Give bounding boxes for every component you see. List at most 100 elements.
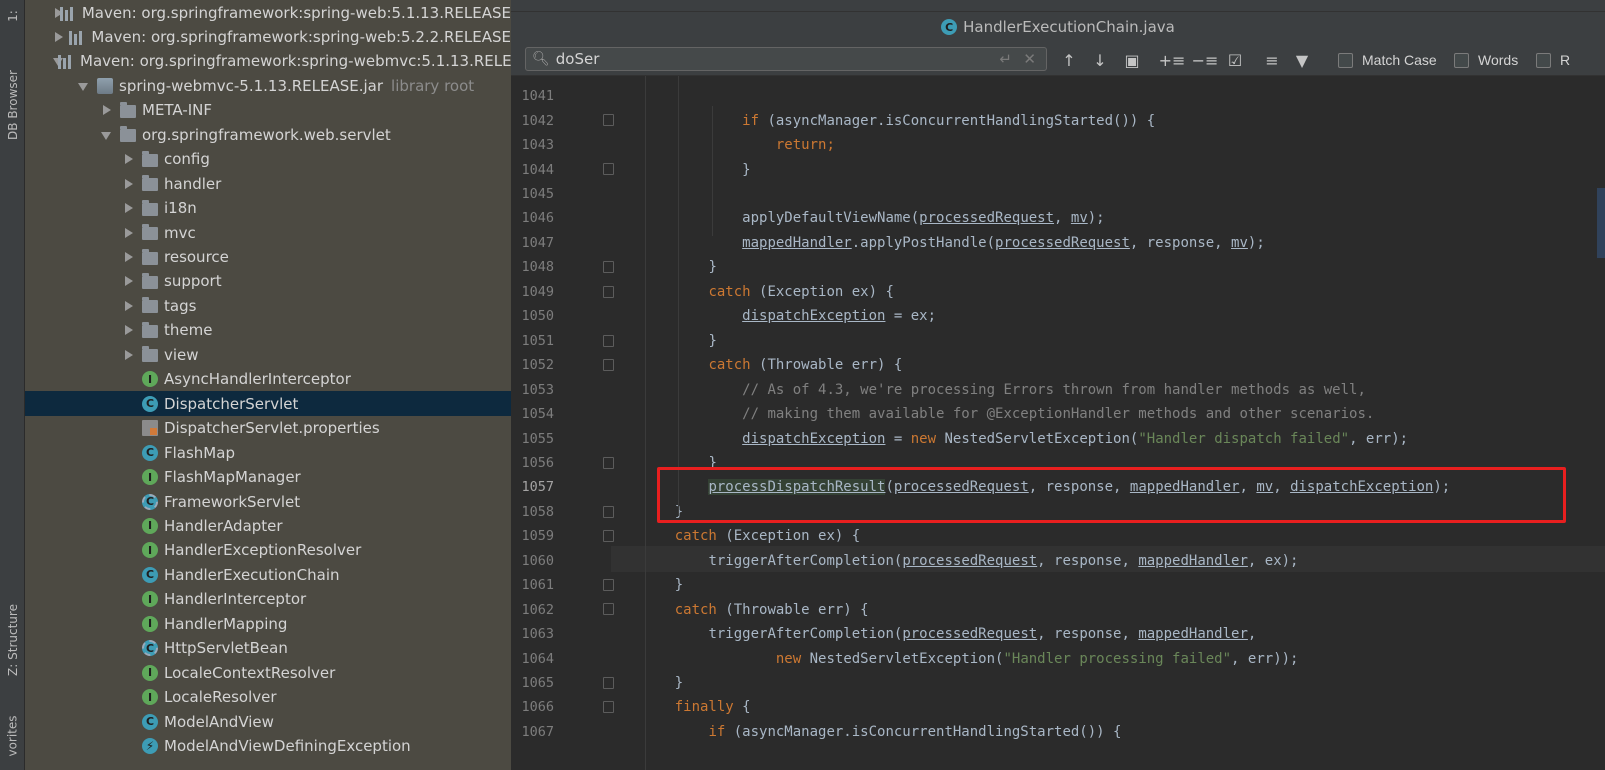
previous-occurrence-icon[interactable]: ↑ [1058, 49, 1080, 71]
remove-occurrence-icon[interactable]: −≡ [1192, 49, 1219, 71]
expand-arrow-right-icon[interactable] [52, 6, 63, 20]
tree-row[interactable]: resource [25, 245, 511, 270]
code-line[interactable]: 1066 finally { [511, 695, 1605, 719]
fold-marker-icon[interactable] [603, 285, 614, 298]
editor-tab-active[interactable]: C HandlerExecutionChain.java [511, 12, 1605, 42]
fold-marker-icon[interactable] [603, 579, 614, 591]
tree-row[interactable]: C ModelAndView [25, 709, 511, 734]
tree-row[interactable]: I FlashMapManager [25, 465, 511, 490]
checkbox-box[interactable] [1338, 52, 1353, 68]
fold-marker-icon[interactable] [603, 261, 614, 274]
tree-row[interactable]: view [25, 342, 511, 367]
code-line[interactable]: 1056} [511, 451, 1605, 475]
code-line[interactable]: 1045 [511, 182, 1605, 206]
code-line[interactable]: 1063 triggerAfterCompletion(processedRequ… [511, 622, 1605, 646]
select-all-occurrences-icon[interactable]: ☑ [1224, 49, 1246, 71]
tree-row[interactable]: i18n [25, 196, 511, 221]
tree-row[interactable]: C FrameworkServlet [25, 489, 511, 514]
match-case-checkbox[interactable]: Match Case [1338, 52, 1437, 68]
fold-marker-icon[interactable] [603, 456, 614, 469]
tree-row[interactable]: Maven: org.springframework:spring-webmvc… [25, 49, 511, 74]
next-occurrence-icon[interactable]: ↓ [1089, 49, 1111, 71]
fold-marker-icon[interactable] [603, 676, 614, 689]
tree-row[interactable]: org.springframework.web.servlet [25, 122, 511, 147]
code-line[interactable]: 1043 return; [511, 133, 1605, 157]
search-icon[interactable]: 🔍︎ [532, 51, 550, 67]
expand-arrow-down-icon[interactable] [100, 128, 114, 142]
code-line[interactable]: 1041 [511, 84, 1605, 108]
code-line[interactable]: 1050 dispatchException = ex; [511, 304, 1605, 328]
expand-arrow-down-icon[interactable] [77, 79, 91, 93]
tree-row[interactable]: C HttpServletBean [25, 636, 511, 661]
code-line[interactable]: 1051} [511, 329, 1605, 353]
tree-row[interactable]: mvc [25, 220, 511, 245]
code-line[interactable]: 1065} [511, 671, 1605, 695]
expand-arrow-right-icon[interactable] [122, 348, 136, 362]
code-line[interactable]: 1053 // As of 4.3, we're processing Error… [511, 377, 1605, 401]
tree-row[interactable]: C HandlerExecutionChain [25, 562, 511, 587]
expand-arrow-right-icon[interactable] [52, 30, 64, 44]
tree-row[interactable]: I HandlerAdapter [25, 513, 511, 538]
search-newline-icon[interactable]: ↵ [999, 50, 1012, 68]
checkbox-box[interactable] [1536, 52, 1551, 68]
code-line[interactable]: 1048} [511, 255, 1605, 279]
tree-row[interactable]: I LocaleContextResolver [25, 660, 511, 685]
tree-row[interactable]: Maven: org.springframework:spring-web:5.… [25, 24, 511, 49]
expand-arrow-right-icon[interactable] [122, 201, 136, 215]
search-box[interactable]: 🔍︎ ↵ ✕ [525, 47, 1047, 71]
tree-row[interactable]: handler [25, 171, 511, 196]
project-tool-tab[interactable]: 1: [0, 2, 25, 30]
db-browser-tool-tab[interactable]: DB Browser [0, 52, 25, 157]
fold-marker-icon[interactable] [603, 163, 614, 176]
tree-row[interactable]: tags [25, 293, 511, 318]
tree-row[interactable]: I HandlerMapping [25, 611, 511, 636]
expand-arrow-right-icon[interactable] [122, 323, 136, 337]
code-line[interactable]: 1067 if (asyncManager.isConcurrentHandlin… [511, 720, 1605, 744]
code-line[interactable]: 1049 catch (Exception ex) { [511, 280, 1605, 304]
checkbox-box[interactable] [1454, 52, 1469, 68]
expand-arrow-right-icon[interactable] [100, 103, 114, 117]
tree-row[interactable]: spring-webmvc-5.1.13.RELEASE.jar library … [25, 73, 511, 98]
code-line[interactable]: 1060 triggerAfterCompletion(processedRequ… [511, 549, 1605, 573]
code-line[interactable]: 1064 new NestedServletException("Handler … [511, 646, 1605, 670]
tree-row[interactable]: C FlashMap [25, 440, 511, 465]
fold-marker-icon[interactable] [603, 358, 614, 371]
expand-arrow-right-icon[interactable] [122, 152, 136, 166]
fold-marker-icon[interactable] [603, 114, 614, 127]
expand-arrow-right-icon[interactable] [122, 226, 136, 240]
expand-arrow-right-icon[interactable] [122, 250, 136, 264]
tree-row[interactable]: theme [25, 318, 511, 343]
code-line[interactable]: 1047 mappedHandler.applyPostHandle(proces… [511, 231, 1605, 255]
search-input[interactable] [555, 50, 956, 68]
tree-row[interactable]: DispatcherServlet.properties [25, 416, 511, 441]
expand-arrow-right-icon[interactable] [122, 274, 136, 288]
find-in-window-icon[interactable]: ▣ [1121, 49, 1143, 71]
fold-marker-icon[interactable] [603, 701, 614, 714]
code-line[interactable]: 1058} [511, 500, 1605, 524]
structure-tool-tab[interactable]: Z: Structure [0, 590, 25, 690]
code-line[interactable]: 1044} [511, 157, 1605, 181]
clear-search-icon[interactable]: ✕ [1023, 50, 1036, 68]
fold-marker-icon[interactable] [603, 603, 614, 616]
tree-row[interactable]: I HandlerInterceptor [25, 587, 511, 612]
tree-row[interactable]: I AsyncHandlerInterceptor [25, 367, 511, 392]
code-line[interactable]: 1042 if (asyncManager.isConcurrentHandlin… [511, 108, 1605, 132]
code-line[interactable]: 1059 catch (Exception ex) { [511, 524, 1605, 548]
code-line[interactable]: 1057 processDispatchResult(processedReque… [511, 475, 1605, 499]
code-line[interactable]: 1052 catch (Throwable err) { [511, 353, 1605, 377]
expand-arrow-right-icon[interactable] [122, 299, 136, 313]
expand-arrow-right-icon[interactable] [122, 177, 136, 191]
filter-results-icon[interactable]: ≡ [1261, 49, 1283, 71]
favorites-tool-tab[interactable]: vorites [0, 706, 25, 766]
tree-row[interactable]: Maven: org.springframework:spring-web:5.… [25, 0, 511, 25]
regex-checkbox[interactable]: R [1536, 52, 1570, 68]
code-line[interactable]: 1055 dispatchException = new NestedServle… [511, 426, 1605, 450]
fold-marker-icon[interactable] [603, 505, 614, 518]
fold-marker-icon[interactable] [603, 334, 614, 347]
add-occurrence-icon[interactable]: +≡ [1159, 49, 1186, 71]
tree-row[interactable]: I HandlerExceptionResolver [25, 538, 511, 563]
fold-marker-icon[interactable] [603, 530, 614, 543]
code-line[interactable]: 1046 applyDefaultViewName(processedReques… [511, 206, 1605, 230]
code-line[interactable]: 1054 // making them available for @Except… [511, 402, 1605, 426]
tree-row[interactable]: support [25, 269, 511, 294]
